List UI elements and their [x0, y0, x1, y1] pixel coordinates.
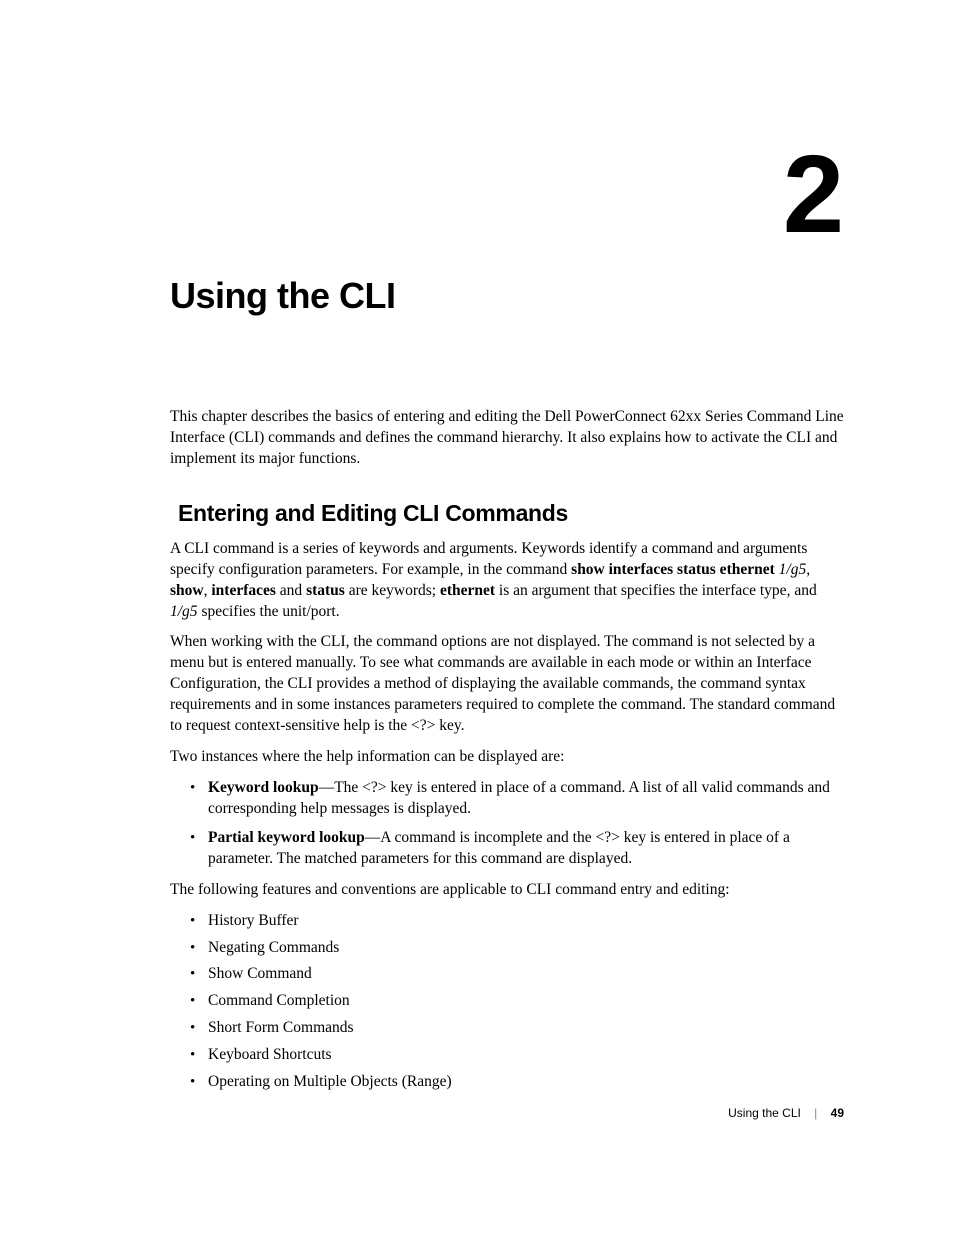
list-item: Partial keyword lookup—A command is inco…	[208, 828, 844, 870]
features-list: History Buffer Negating Commands Show Co…	[170, 911, 844, 1093]
document-page: 2 Using the CLI This chapter describes t…	[0, 0, 954, 1235]
list-item: Short Form Commands	[208, 1018, 844, 1039]
bold-text: status	[306, 582, 345, 599]
paragraph-command-definition: A CLI command is a series of keywords an…	[170, 539, 844, 623]
paragraph-cli-options: When working with the CLI, the command o…	[170, 632, 844, 737]
footer-separator: |	[814, 1106, 817, 1120]
footer-title: Using the CLI	[728, 1106, 801, 1120]
help-list: Keyword lookup—The <?> key is entered in…	[170, 778, 844, 870]
italic-text: 1/g5	[170, 603, 198, 620]
page-footer: Using the CLI | 49	[728, 1106, 844, 1120]
list-item: Keyword lookup—The <?> key is entered in…	[208, 778, 844, 820]
bold-text: Partial keyword lookup	[208, 829, 365, 846]
text: ,	[806, 561, 810, 578]
text: is an argument that specifies the interf…	[495, 582, 817, 599]
chapter-title: Using the CLI	[170, 275, 844, 317]
list-item: Command Completion	[208, 991, 844, 1012]
chapter-number: 2	[783, 140, 844, 250]
text: specifies the unit/port.	[198, 603, 340, 620]
list-item: Operating on Multiple Objects (Range)	[208, 1072, 844, 1093]
bold-text: interfaces	[211, 582, 276, 599]
bold-text: ethernet	[440, 582, 495, 599]
paragraph-features-intro: The following features and conventions a…	[170, 880, 844, 901]
footer-page-number: 49	[831, 1106, 844, 1120]
bold-text: Keyword lookup	[208, 779, 319, 796]
text: are keywords;	[345, 582, 440, 599]
list-item: History Buffer	[208, 911, 844, 932]
list-item: Show Command	[208, 964, 844, 985]
bold-text: show interfaces status ethernet	[571, 561, 775, 578]
list-item: Keyboard Shortcuts	[208, 1045, 844, 1066]
italic-text: 1/g5	[779, 561, 807, 578]
paragraph-help-intro: Two instances where the help information…	[170, 747, 844, 768]
list-item: Negating Commands	[208, 938, 844, 959]
intro-paragraph: This chapter describes the basics of ent…	[170, 407, 844, 470]
text: and	[276, 582, 306, 599]
section-heading: Entering and Editing CLI Commands	[178, 500, 844, 527]
bold-text: show	[170, 582, 204, 599]
